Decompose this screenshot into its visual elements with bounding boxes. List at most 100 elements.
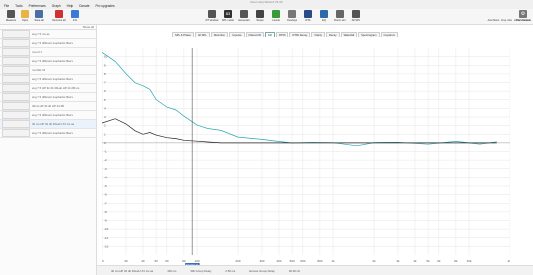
measurement-item[interactable]: 40ms HP 32 db HP 24 dB	[0, 102, 96, 111]
overlays-button[interactable]: Overlays	[285, 10, 299, 24]
measurement-item[interactable]: avg 7.5 different loopbacks filters	[0, 75, 96, 84]
x-tick-label: 4k	[413, 259, 417, 263]
measurement-thumbnail	[2, 39, 30, 47]
remove-button[interactable]: Remove all	[52, 10, 66, 24]
group-delay-chart[interactable]: 2030405060801002003004005006008001k2k3k4…	[102, 38, 510, 267]
tab-decay[interactable]: Decay	[325, 32, 340, 37]
tab-spectrogram[interactable]: Spectrogram	[358, 32, 380, 37]
measurement-name: ms ref 1	[32, 50, 43, 54]
x-tick-label: 40	[141, 259, 145, 263]
scope-button[interactable]: Scope	[253, 10, 267, 24]
button-label: Room sim	[334, 19, 346, 22]
eq-button[interactable]: EQ	[317, 10, 331, 24]
measurement-item[interactable]: avg 7.5 different loopbacks filters	[0, 57, 96, 66]
status-gd-label[interactable]: 30k Group Delay	[190, 269, 211, 273]
spl-button[interactable]: 83 SPL meter	[221, 10, 235, 24]
info-button[interactable]: Info	[68, 10, 82, 24]
measurement-item[interactable]: 40 ms HP 32 db 30Lab LT2 ms as	[0, 120, 96, 129]
all-spl-icon	[352, 10, 360, 18]
y-tick-label: -2	[104, 158, 107, 162]
y-tick-label: -6	[104, 193, 107, 197]
x-tick-label: 200	[235, 259, 240, 263]
measurement-thumbnail	[2, 120, 30, 128]
measurement-item[interactable]: avg 7.5 different loopbacks filters	[0, 39, 96, 48]
graph-tabs: SPL & Phase All SPL Distortion Impulse Filte…	[172, 32, 399, 37]
button-label: SPL meter	[221, 19, 235, 22]
measurement-item[interactable]: avg 7.5 different loopbacks filters	[0, 129, 96, 138]
tab-impulse[interactable]: Impulse	[229, 32, 245, 37]
eq-icon	[320, 10, 328, 18]
y-tick-label: -7	[104, 201, 107, 205]
tab-cepstrum[interactable]: Cepstrum	[380, 32, 399, 37]
button-label: All SPL	[351, 19, 361, 22]
status-frequency: 92.00 Hz	[288, 268, 301, 273]
rt-button[interactable]: RT window	[205, 10, 219, 24]
measurement-item[interactable]: avg 7.5 different loopbacks filters	[0, 93, 96, 102]
x-tick-label: 500	[290, 259, 295, 263]
tab-rt60[interactable]: RT60	[275, 32, 289, 37]
show-all-select[interactable]: Show all	[83, 25, 94, 29]
generator-button[interactable]: Generator	[237, 10, 251, 24]
rt-icon	[208, 10, 216, 18]
room-sim-icon	[336, 10, 344, 18]
status-excess-label[interactable]: Excess Group Delay	[249, 269, 275, 273]
x-tick-label: 20k	[508, 259, 510, 263]
measurement-name: avg 7.5 different loopbacks filters	[32, 77, 73, 81]
button-label: Scope	[256, 19, 264, 22]
measurements-panel: Show all avg 7.5 ms as avg 7.5 different …	[0, 25, 97, 275]
measurement-thumbnail	[2, 129, 30, 137]
x-tick-label: 50	[154, 259, 158, 263]
measurement-thumbnail	[2, 102, 30, 110]
folder-button[interactable]: Open	[18, 10, 32, 24]
x-tick-label: 1k	[331, 259, 335, 263]
tab-all-spl[interactable]: All SPL	[194, 32, 210, 37]
tab-gd[interactable]: GD	[264, 32, 275, 37]
measurement-item[interactable]: avg 7.5 HP 32 db 30Lab HP 24 dB ms	[0, 84, 96, 93]
y-tick-label: -12	[104, 244, 109, 248]
graph-area: SPL & Phase All SPL Distortion Impulse Filte…	[97, 25, 533, 275]
button-label: Overlays	[286, 19, 298, 22]
tab-rt60-decay[interactable]: RT60 Decay	[289, 32, 311, 37]
tab-clarity[interactable]: Clarity	[311, 32, 325, 37]
button-label: Open	[21, 19, 29, 22]
graph-tools: Auto Mono Freq. Axis Limits Controls	[478, 9, 533, 25]
y-tick-label: -4	[104, 175, 107, 179]
x-tick-label: 3k	[396, 259, 400, 263]
tab-spl-phase[interactable]: SPL & Phase	[172, 32, 194, 37]
button-label: EQ	[322, 19, 326, 22]
button-label: RT window	[205, 19, 219, 22]
x-tick-label: 2k	[372, 259, 376, 263]
all-spl-button[interactable]: All SPL	[349, 10, 363, 24]
tab-distortion[interactable]: Distortion	[210, 32, 229, 37]
x-tick-label: 60	[165, 259, 169, 263]
measurement-item[interactable]: ms ref 1	[0, 48, 96, 57]
x-tick-label: 300	[259, 259, 264, 263]
scope-icon	[256, 10, 264, 18]
measurement-name: ms Mar 16	[32, 68, 46, 72]
y-tick-label: -11	[104, 236, 108, 240]
tab-waterfall[interactable]: Waterfall	[340, 32, 358, 37]
tab-filtered-ir[interactable]: Filtered IR	[245, 32, 264, 37]
spl-icon: 83	[224, 10, 232, 18]
save-button[interactable]: Save all	[32, 10, 46, 24]
measurement-thumbnail	[2, 84, 30, 92]
measurement-item[interactable]: ms Mar 16	[0, 66, 96, 75]
measurement-thumbnail	[2, 75, 30, 83]
room-sim-button[interactable]: Room sim	[333, 10, 347, 24]
x-tick-label: 10k	[467, 259, 472, 263]
button-label: Generator	[238, 19, 250, 22]
measurement-name: avg 7.5 different loopbacks filters	[32, 59, 73, 63]
measurement-item[interactable]: avg 7.5 ms as	[0, 30, 96, 39]
microphone-button[interactable]: Measure	[4, 10, 18, 24]
measurement-thumbnail	[2, 48, 30, 56]
x-tick-label: 6k	[437, 259, 441, 263]
levels-button[interactable]: Levels	[269, 10, 283, 24]
measurement-name: 40ms HP 32 db HP 24 dB	[32, 104, 64, 108]
button-label: RTA	[305, 19, 311, 22]
rta-button[interactable]: RTA	[301, 10, 315, 24]
generator-icon	[240, 10, 248, 18]
x-tick-label: 600	[300, 259, 305, 263]
status-value: 2.50 ms	[225, 268, 236, 273]
x-tick-label: 8k	[454, 259, 458, 263]
measurement-item[interactable]: avg 7.5 different loopbacks filters	[0, 111, 96, 120]
